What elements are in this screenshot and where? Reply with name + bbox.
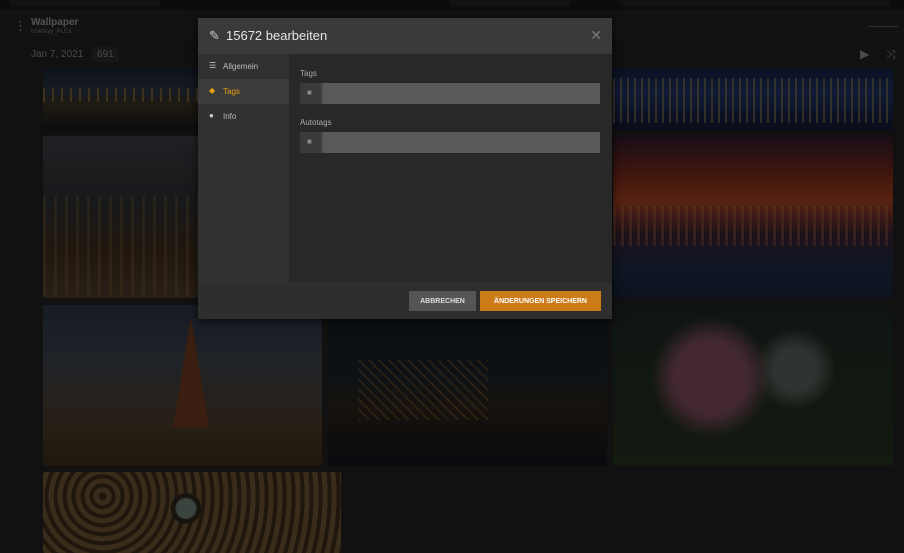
dialog-content: Tags ■ Autotags ■ [289,54,612,282]
dialog-header: ✎ 15672 bearbeiten ✕ [198,18,612,54]
dialog-footer: ABBRECHEN ÄNDERUNGEN SPEICHERN [198,282,612,319]
autotags-field-container: ■ [300,132,600,153]
tag-icon: ◆ [209,86,216,95]
dialog-title: 15672 bearbeiten [226,28,328,43]
info-icon: ● [209,111,214,120]
tags-lock-button[interactable]: ■ [300,83,321,104]
autotags-input[interactable] [323,132,600,153]
close-icon[interactable]: ✕ [590,27,602,44]
tags-field-container: ■ [300,83,600,104]
sidebar-item-info[interactable]: ● Info [198,104,289,129]
pencil-icon: ✎ [209,28,220,43]
cancel-button[interactable]: ABBRECHEN [409,291,476,311]
sidebar-item-tags[interactable]: ◆ Tags [198,79,289,104]
lock-icon: ■ [307,88,312,97]
list-icon: ☰ [209,61,217,70]
sidebar-item-label: Info [223,112,237,121]
dialog-sidebar: ☰ Allgemein ◆ Tags ● Info [198,54,289,282]
sidebar-item-label: Allgemein [223,62,259,71]
edit-dialog: ✎ 15672 bearbeiten ✕ ☰ Allgemein ◆ Tags … [198,18,612,319]
tags-label: Tags [300,69,317,78]
save-changes-button[interactable]: ÄNDERUNGEN SPEICHERN [480,291,601,311]
autotags-lock-button[interactable]: ■ [300,132,321,153]
sidebar-item-label: Tags [223,87,240,96]
sidebar-item-allgemein[interactable]: ☰ Allgemein [198,54,289,79]
tags-input[interactable] [323,83,600,104]
autotags-label: Autotags [300,118,332,127]
lock-icon: ■ [307,137,312,146]
